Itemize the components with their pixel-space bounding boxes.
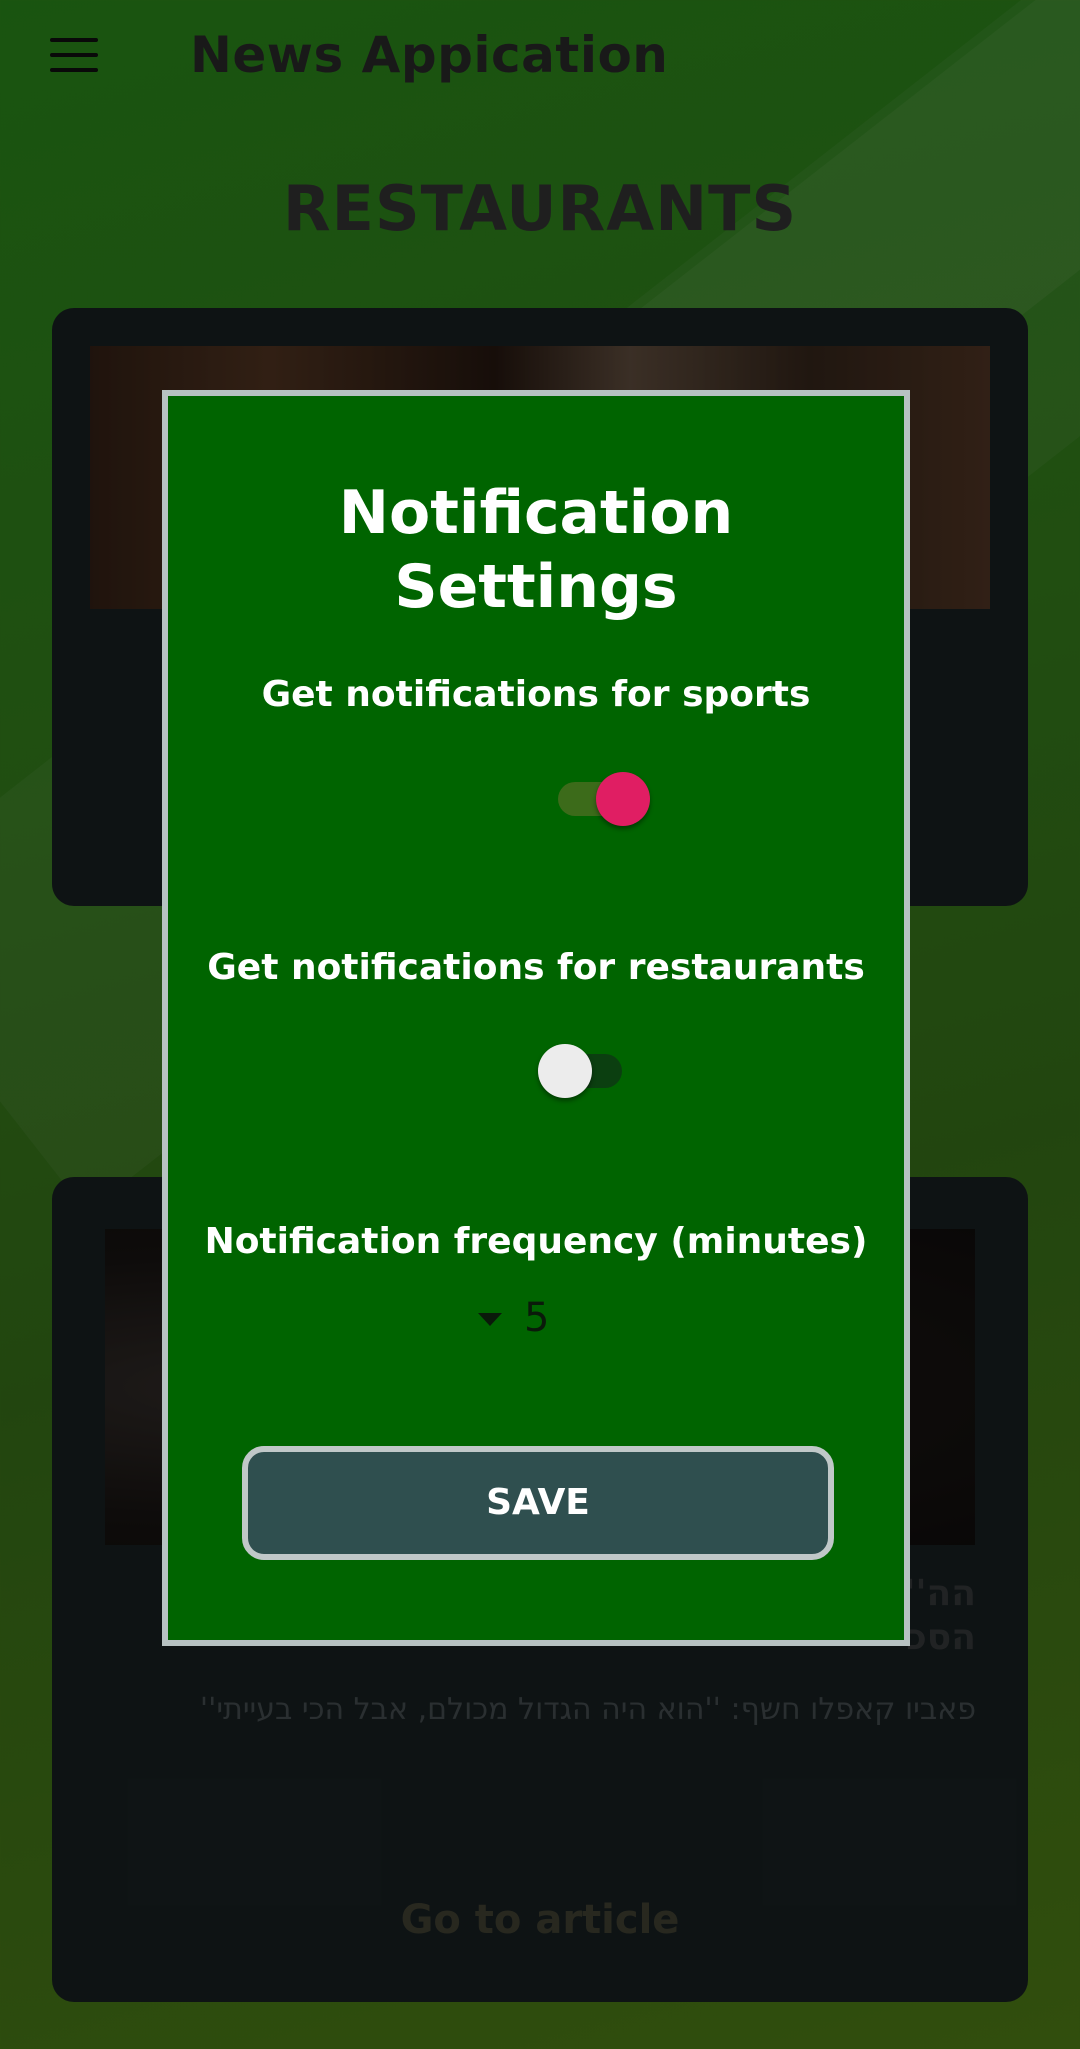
notification-settings-dialog: Notification Settings Get notifications … bbox=[162, 390, 910, 1646]
frequency-dropdown[interactable]: 5 bbox=[478, 1291, 618, 1351]
save-button[interactable]: SAVE bbox=[242, 1446, 834, 1560]
toggle-thumb bbox=[596, 772, 650, 826]
frequency-label: Notification frequency (minutes) bbox=[204, 1221, 868, 1262]
frequency-value: 5 bbox=[524, 1295, 550, 1341]
restaurants-notification-toggle[interactable] bbox=[538, 1044, 622, 1098]
dialog-title: Notification Settings bbox=[338, 478, 734, 622]
dropdown-caret-icon bbox=[478, 1313, 502, 1326]
toggle-thumb bbox=[538, 1044, 592, 1098]
sports-notification-toggle[interactable] bbox=[558, 772, 650, 826]
restaurants-notification-label: Get notifications for restaurants bbox=[207, 947, 865, 988]
sports-notification-label: Get notifications for sports bbox=[261, 674, 811, 715]
